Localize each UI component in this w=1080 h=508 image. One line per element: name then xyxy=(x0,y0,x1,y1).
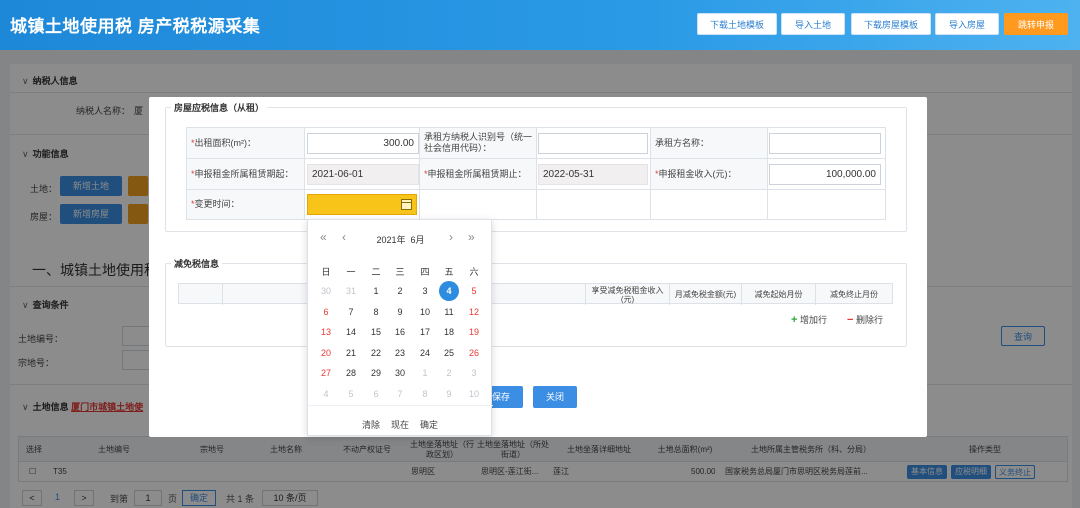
app-header: 城镇土地使用税 房产税税源采集 下载土地模板 导入土地 下载房屋模板 导入房屋 … xyxy=(0,0,1080,50)
date-picker-footer: 清除 现在 确定 xyxy=(308,405,493,436)
rent-end-input[interactable]: 2022-05-31 xyxy=(538,164,648,185)
relief-fieldset xyxy=(165,263,907,347)
calendar-day[interactable]: 24 xyxy=(415,345,435,361)
empty-cell xyxy=(537,190,651,219)
calendar-day[interactable]: 3 xyxy=(415,283,435,299)
rental-tax-dialog: 房屋应税信息（从租） * 出租面积(m²)： 承租方纳税人识别号（统一社会信用代码… xyxy=(149,97,927,437)
calendar-day[interactable]: 27 xyxy=(316,365,336,381)
confirm-date-button[interactable]: 确定 xyxy=(420,418,438,431)
column-header: 减免起始月份 xyxy=(742,284,816,305)
calendar-day[interactable]: 16 xyxy=(390,324,410,340)
go-declare-button[interactable]: 跳转申报 xyxy=(1004,13,1068,35)
calendar-day[interactable]: 31 xyxy=(341,283,361,299)
calendar-day[interactable]: 2 xyxy=(390,283,410,299)
calendar-icon[interactable] xyxy=(401,199,412,210)
calendar-day[interactable]: 5 xyxy=(341,386,361,402)
now-date-button[interactable]: 现在 xyxy=(391,418,409,431)
calendar-day[interactable]: 25 xyxy=(439,345,459,361)
calendar-day[interactable]: 11 xyxy=(439,304,459,320)
calendar-day[interactable]: 30 xyxy=(390,365,410,381)
calendar-day[interactable]: 2 xyxy=(439,365,459,381)
calendar-day[interactable]: 10 xyxy=(415,304,435,320)
relief-table-header: 享受减免税租金收入(元) 月减免税金额(元) 减免起始月份 减免终止月份 xyxy=(178,283,893,305)
calendar-day[interactable]: 29 xyxy=(366,365,386,381)
rent-area-label: * 出租面积(m²)： xyxy=(187,128,305,159)
calendar-day[interactable]: 19 xyxy=(464,324,484,340)
delete-row-button[interactable]: − 删除行 xyxy=(847,313,883,326)
calendar-day[interactable]: 6 xyxy=(316,304,336,320)
calendar-day[interactable]: 30 xyxy=(316,283,336,299)
lessee-name-input[interactable] xyxy=(769,133,881,154)
calendar-day[interactable]: 5 xyxy=(464,283,484,299)
calendar-day[interactable]: 20 xyxy=(316,345,336,361)
import-land-button[interactable]: 导入土地 xyxy=(781,13,845,35)
date-picker: « ‹ 2021年 6月 › » 日 一 二 三 四 五 六 30 31 1 2 3 4 5… xyxy=(307,219,493,436)
empty-cell xyxy=(768,190,885,219)
rent-start-input[interactable]: 2021-06-01 xyxy=(307,164,419,185)
calendar-day[interactable]: 4 xyxy=(316,386,336,402)
calendar-day[interactable]: 15 xyxy=(366,324,386,340)
calendar-day[interactable]: 9 xyxy=(390,304,410,320)
minus-icon: − xyxy=(847,314,854,326)
calendar-day[interactable]: 1 xyxy=(366,283,386,299)
rent-income-label: * 申报租金收入(元)： xyxy=(651,159,768,190)
calendar-day[interactable]: 4 xyxy=(439,281,459,301)
calendar-day[interactable]: 8 xyxy=(415,386,435,402)
rent-end-label: * 申报租金所属租赁期止： xyxy=(420,159,537,190)
calendar-day[interactable]: 26 xyxy=(464,345,484,361)
calendar-day[interactable]: 22 xyxy=(366,345,386,361)
calendar-day[interactable]: 10 xyxy=(464,386,484,402)
column-header: 月减免税金额(元) xyxy=(670,284,742,305)
calendar-day[interactable]: 9 xyxy=(439,386,459,402)
download-land-template-button[interactable]: 下载土地模板 xyxy=(697,13,777,35)
column-header: 减免终止月份 xyxy=(830,290,878,299)
empty-cell xyxy=(420,190,537,219)
relief-title: 减免税信息 xyxy=(171,257,223,270)
calendar-day[interactable]: 13 xyxy=(316,324,336,340)
calendar-day[interactable]: 7 xyxy=(390,386,410,402)
rent-income-input[interactable]: 100,000.00 xyxy=(769,164,881,185)
calendar-day[interactable]: 28 xyxy=(341,365,361,381)
calendar-day[interactable]: 7 xyxy=(341,304,361,320)
date-grid: 30 31 1 2 3 4 5 6 7 8 9 10 11 12 13 14 15 16 17 18 19 20 21 22 2… xyxy=(308,220,493,405)
import-house-button[interactable]: 导入房屋 xyxy=(935,13,999,35)
calendar-day[interactable]: 17 xyxy=(415,324,435,340)
lessee-id-label: 承租方纳税人识别号（统一社会信用代码）： xyxy=(420,128,537,159)
calendar-day[interactable]: 12 xyxy=(464,304,484,320)
page-title: 城镇土地使用税 房产税税源采集 xyxy=(10,17,261,36)
calendar-day[interactable]: 6 xyxy=(366,386,386,402)
calendar-day[interactable]: 3 xyxy=(464,365,484,381)
calendar-day[interactable]: 14 xyxy=(341,324,361,340)
column-header xyxy=(179,284,223,305)
close-button[interactable]: 关闭 xyxy=(533,386,577,408)
clear-date-button[interactable]: 清除 xyxy=(362,418,380,431)
download-house-template-button[interactable]: 下载房屋模板 xyxy=(851,13,931,35)
rent-area-input[interactable]: 300.00 xyxy=(307,133,419,154)
empty-cell xyxy=(651,190,768,219)
rent-start-label: * 申报租金所属租赁期起： xyxy=(187,159,305,190)
plus-icon: + xyxy=(791,314,798,326)
lessee-id-input[interactable] xyxy=(538,133,648,154)
calendar-day[interactable]: 23 xyxy=(390,345,410,361)
rental-info-title: 房屋应税信息（从租） xyxy=(171,101,268,114)
add-row-button[interactable]: + 增加行 xyxy=(791,313,827,326)
lessee-name-label: 承租方名称： xyxy=(651,128,768,159)
column-header: 享受减免税租金收入(元) xyxy=(586,284,670,305)
calendar-day[interactable]: 18 xyxy=(439,324,459,340)
change-time-label: * 变更时间： xyxy=(187,190,305,219)
change-time-input[interactable] xyxy=(307,194,417,215)
calendar-day[interactable]: 21 xyxy=(341,345,361,361)
calendar-day[interactable]: 8 xyxy=(366,304,386,320)
calendar-day[interactable]: 1 xyxy=(415,365,435,381)
